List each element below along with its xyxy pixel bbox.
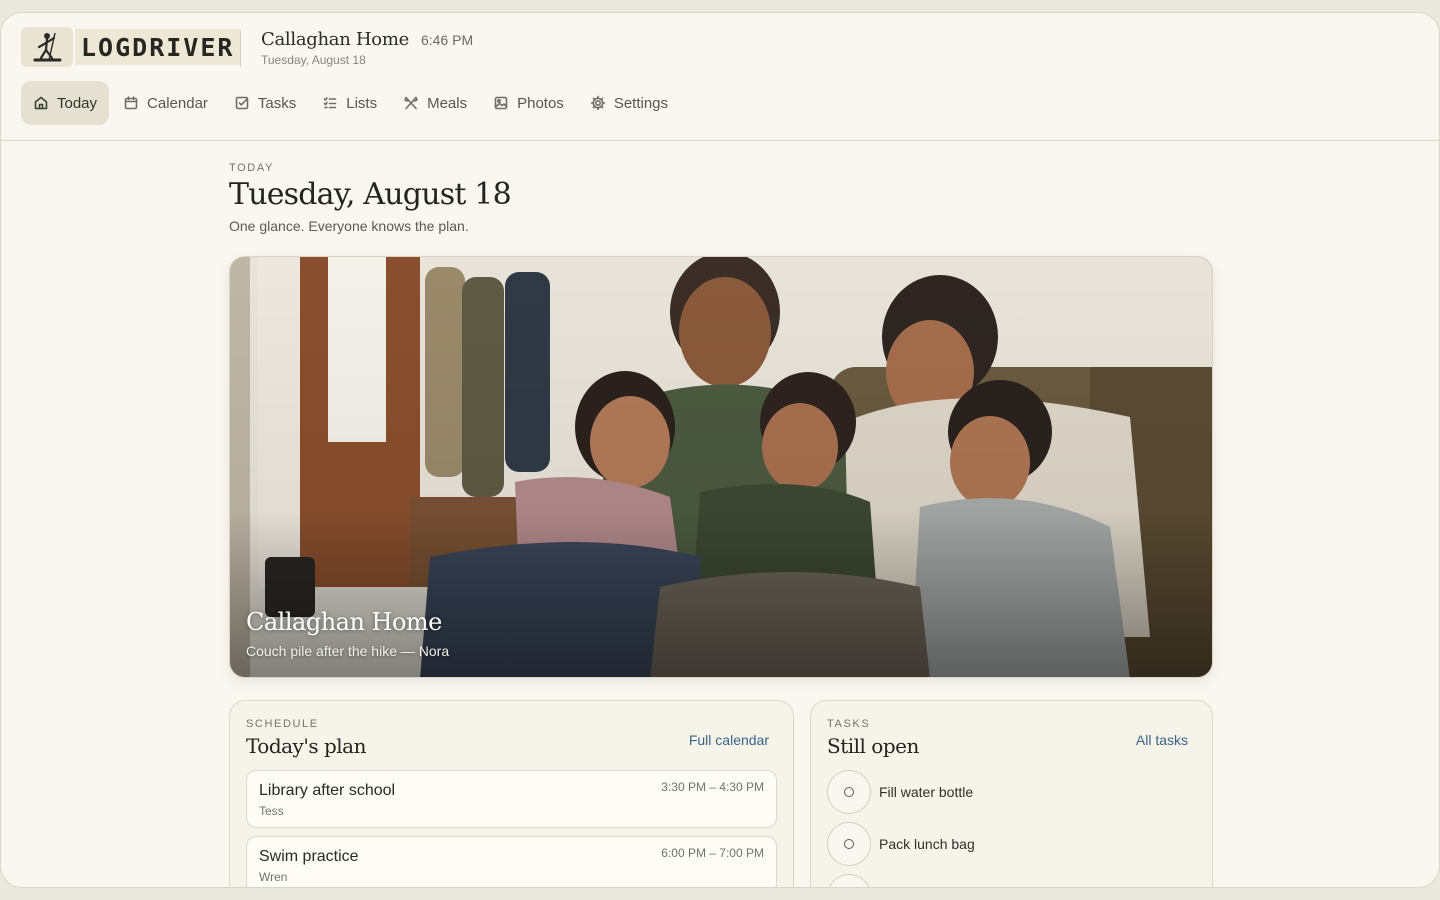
event-person: Wren — [259, 870, 288, 884]
nav-photos-label: Photos — [517, 94, 564, 112]
nav-calendar[interactable]: Calendar — [111, 81, 220, 125]
schedule-card: SCHEDULE Today's plan Full calendar Libr… — [229, 700, 794, 887]
dashboard-cards: SCHEDULE Today's plan Full calendar Libr… — [229, 700, 1213, 887]
logdriver-logo-icon — [21, 27, 73, 67]
home-icon — [34, 96, 48, 110]
nav-settings[interactable]: Settings — [578, 81, 680, 125]
calendar-icon — [124, 96, 138, 110]
event-time: 3:30 PM – 4:30 PM — [661, 780, 764, 794]
tasks-card: TASKS Still open All tasks Fill water bo… — [810, 700, 1213, 887]
current-time: 6:46 PM — [420, 32, 474, 48]
task-checkbox[interactable] — [827, 770, 871, 814]
page-title: Tuesday, August 18 — [229, 177, 512, 212]
task-item[interactable]: Fill water bottle — [827, 770, 1196, 814]
nav-lists[interactable]: Lists — [310, 81, 389, 125]
image-icon — [494, 96, 508, 110]
header-divider — [240, 31, 241, 67]
gear-icon — [590, 95, 606, 111]
event-person: Tess — [259, 804, 284, 818]
main-content: TODAY Tuesday, August 18 One glance. Eve… — [229, 141, 1213, 887]
page-eyebrow: TODAY — [229, 162, 274, 174]
checkbox-icon — [235, 96, 249, 110]
top-bar: LOGDRIVER Callaghan Home 6:46 PM Tuesday… — [1, 13, 1439, 141]
main-nav: Today Calendar Tasks Lists Meals Photos — [21, 81, 680, 125]
task-item[interactable] — [827, 874, 1196, 887]
brand-wordmark: LOGDRIVER — [75, 29, 241, 65]
tasks-eyebrow: TASKS — [827, 718, 871, 730]
list-icon — [323, 97, 337, 109]
task-checkbox[interactable] — [827, 874, 871, 887]
event-time: 6:00 PM – 7:00 PM — [661, 846, 764, 860]
nav-today-label: Today — [57, 94, 98, 112]
app-window: LOGDRIVER Callaghan Home 6:46 PM Tuesday… — [0, 12, 1440, 888]
circle-icon — [844, 787, 854, 797]
nav-tasks-label: Tasks — [257, 94, 297, 112]
all-tasks-link[interactable]: All tasks — [1136, 732, 1188, 748]
household-info: Callaghan Home 6:46 PM Tuesday, August 1… — [261, 29, 473, 67]
brand-logo[interactable]: LOGDRIVER — [21, 27, 241, 67]
household-name: Callaghan Home — [261, 29, 409, 50]
task-label: Pack lunch bag — [879, 836, 975, 852]
nav-lists-label: Lists — [346, 94, 378, 112]
hero-subtitle: Couch pile after the hike — Nora — [246, 643, 450, 659]
event-item[interactable]: Library after school Tess 3:30 PM – 4:30… — [246, 770, 777, 828]
utensils-icon — [404, 96, 418, 110]
full-calendar-link[interactable]: Full calendar — [689, 732, 769, 748]
circle-icon — [844, 839, 854, 849]
nav-settings-label: Settings — [613, 94, 669, 112]
hero-caption: Callaghan Home Couch pile after the hike… — [246, 608, 449, 659]
task-item[interactable]: Pack lunch bag — [827, 822, 1196, 866]
nav-calendar-label: Calendar — [147, 94, 208, 112]
task-checkbox[interactable] — [827, 822, 871, 866]
nav-today[interactable]: Today — [21, 81, 110, 125]
nav-meals-label: Meals — [427, 94, 468, 112]
nav-tasks[interactable]: Tasks — [222, 81, 308, 125]
task-label: Fill water bottle — [879, 784, 974, 800]
current-date: Tuesday, August 18 — [261, 53, 366, 67]
nav-photos[interactable]: Photos — [481, 81, 576, 125]
schedule-eyebrow: SCHEDULE — [246, 718, 319, 730]
hero-title: Callaghan Home — [246, 608, 442, 636]
page-subtitle: One glance. Everyone knows the plan. — [229, 218, 469, 234]
event-item[interactable]: Swim practice Wren 6:00 PM – 7:00 PM — [246, 836, 777, 887]
hero-photo-card[interactable]: Callaghan Home Couch pile after the hike… — [229, 256, 1213, 678]
nav-meals[interactable]: Meals — [391, 81, 479, 125]
